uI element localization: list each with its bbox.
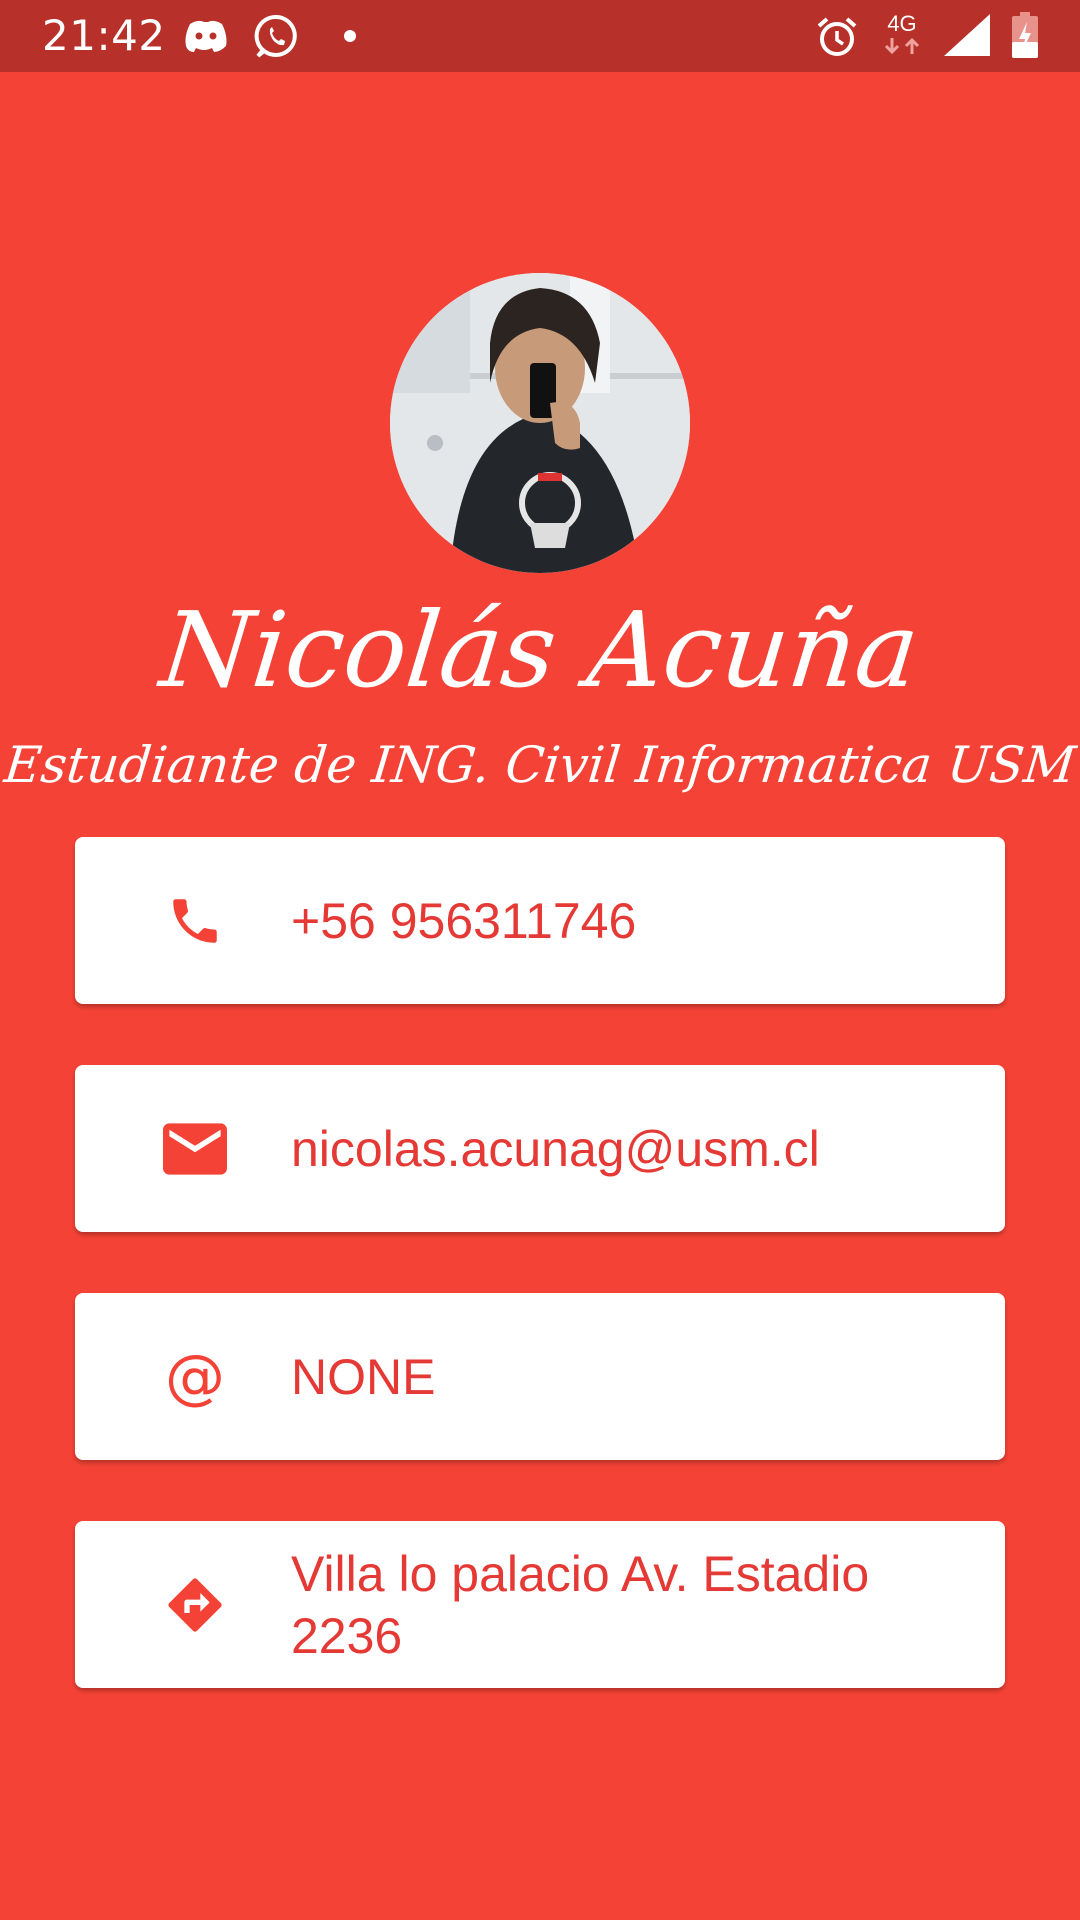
status-bar: 21:42 4G bbox=[0, 0, 1080, 72]
profile-name: Nicolás Acuña bbox=[155, 589, 925, 711]
directions-icon bbox=[163, 1573, 227, 1637]
profile-avatar bbox=[390, 273, 690, 573]
phone-icon bbox=[166, 892, 224, 950]
network-label: 4G bbox=[887, 11, 917, 36]
phone-number: +56 956311746 bbox=[291, 892, 637, 949]
alarm-icon bbox=[816, 16, 858, 58]
email-card[interactable]: nicolas.acunag@usm.cl bbox=[75, 1065, 1005, 1232]
address-value: Villa lo palacio Av. Estadio 2236 bbox=[291, 1545, 870, 1664]
address-card[interactable]: Villa lo palacio Av. Estadio 2236 bbox=[75, 1521, 1005, 1688]
at-icon: @ bbox=[165, 1341, 225, 1412]
discord-icon bbox=[184, 18, 228, 56]
username-value: NONE bbox=[291, 1348, 436, 1405]
whatsapp-icon bbox=[254, 14, 300, 60]
notification-dot-icon bbox=[344, 30, 356, 42]
status-time: 21:42 bbox=[42, 11, 166, 60]
email-icon bbox=[163, 1122, 227, 1175]
signal-icon bbox=[944, 14, 990, 56]
network-4g-icon: 4G bbox=[880, 12, 924, 56]
username-card[interactable]: @ NONE bbox=[75, 1293, 1005, 1460]
profile-subtitle: Estudiante de ING. Civil Informatica USM bbox=[1, 736, 1079, 794]
email-address: nicolas.acunag@usm.cl bbox=[291, 1120, 820, 1177]
battery-charging-icon bbox=[1012, 12, 1038, 58]
phone-card[interactable]: +56 956311746 bbox=[75, 837, 1005, 1004]
